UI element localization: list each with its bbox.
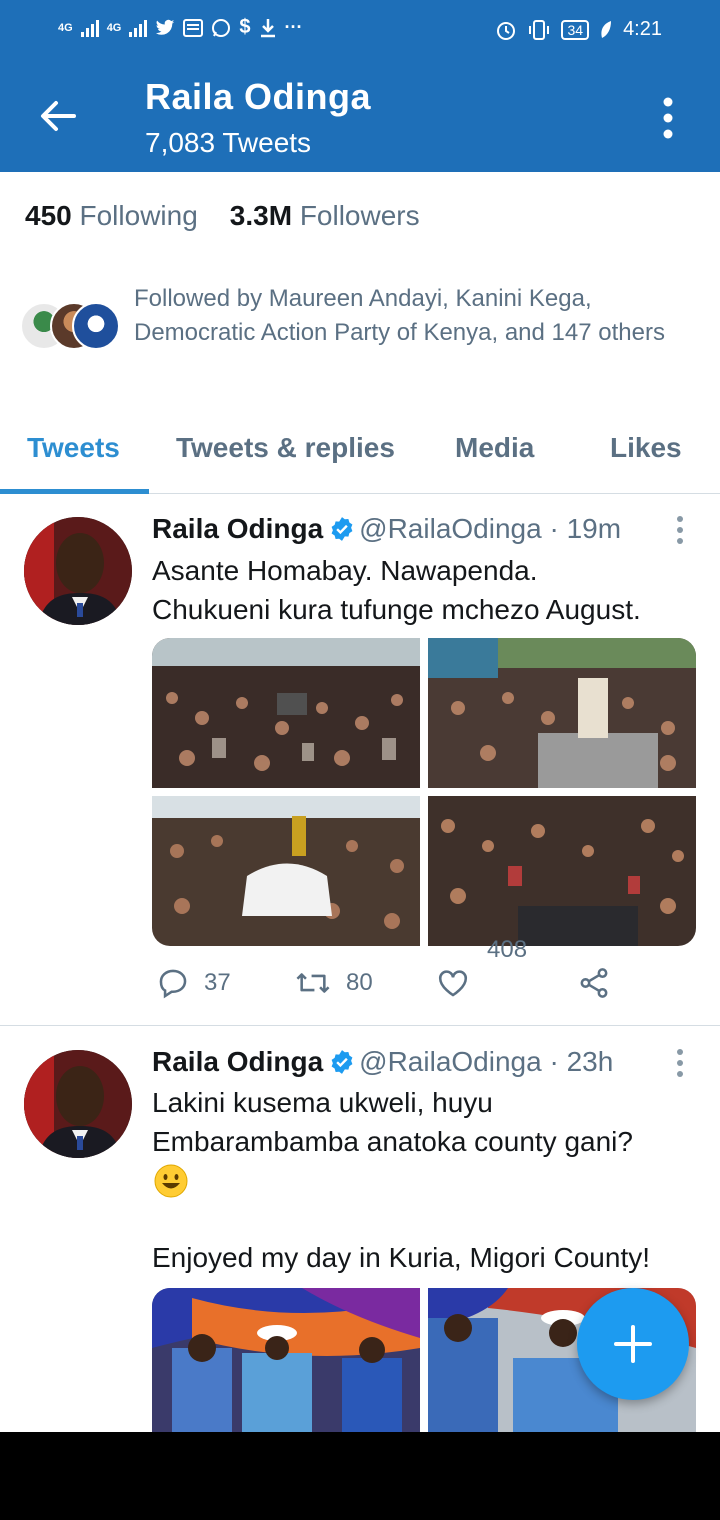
vibrate-icon [529,19,550,40]
signal-icon [80,19,99,37]
smiley-emoji-icon [154,1164,188,1198]
active-tab-indicator [0,489,149,494]
followers-link[interactable]: 3.3M Followers [230,200,420,232]
verified-icon [331,1050,353,1074]
like-icon [438,970,468,997]
status-right: 34 4:21 [495,18,662,41]
status-bar: 4G 4G $ ··· 34 4:21 [0,0,720,60]
tweet-header: Raila Odinga @RailaOdinga · 23h [152,1046,613,1078]
avatar[interactable] [24,517,132,625]
followed-by-text: Followed by Maureen Andayi, Kanini Kega,… [134,285,665,346]
following-label: Following [79,200,198,231]
tab-likes[interactable]: Likes [610,432,682,464]
media-photo[interactable] [428,638,696,788]
media-photo[interactable] [152,796,420,946]
tweet-time: · 19m [549,513,622,544]
back-arrow-icon[interactable] [34,92,82,140]
tweet-options-icon[interactable] [670,515,690,545]
tab-tweets[interactable]: Tweets [27,432,120,464]
alarm-icon [497,21,516,40]
tweet-actions: 37 80 408 [152,936,692,1006]
verified-icon [331,517,353,541]
dollar-notification-icon: $ [239,16,251,38]
page-title: Raila Odinga [145,76,372,117]
following-count: 450 [25,200,72,231]
followers-label: Followers [299,200,420,231]
clock: 4:21 [623,18,662,40]
tweet-header: Raila Odinga @RailaOdinga · 19m [152,513,621,545]
tweet-text-line: Enjoyed my day in Kuria, Migori County! [152,1242,650,1273]
media-photo[interactable] [428,796,696,946]
profile-header: 4G 4G $ ··· 34 4:21 Raila Odinga 7,083 T… [0,0,720,172]
avatar [72,302,120,350]
avatar-photo [24,1050,132,1158]
tweet-time: · 23h [549,1046,614,1077]
reply-button[interactable]: 37 [156,966,231,1000]
author-handle[interactable]: @RailaOdinga [359,1046,542,1077]
tweet[interactable]: Raila Odinga @RailaOdinga · 19m Asante Ho… [0,495,720,1025]
retweet-icon [296,973,330,993]
media-photo[interactable] [152,1288,420,1432]
screen: 4G 4G $ ··· 34 4:21 Raila Odinga 7,083 T… [0,0,720,1432]
like-count: 408 [487,936,528,963]
tab-tweets-replies[interactable]: Tweets & replies [176,432,395,464]
tweet-text: Asante Homabay. Nawapenda. Chukueni kura… [152,555,641,625]
tweet-count: 7,083 Tweets [145,127,312,158]
retweet-count: 80 [346,969,373,996]
follow-stats: 450 Following 3.3M Followers [25,200,420,232]
network-1-label: 4G [58,21,73,34]
share-button[interactable] [577,966,611,1000]
author-name[interactable]: Raila Odinga [152,513,323,544]
kebab-icon[interactable] [656,96,680,140]
author-handle[interactable]: @RailaOdinga [359,513,542,544]
profile-tabs: Tweets Tweets & replies Media Likes [0,410,720,494]
news-notification-icon [183,18,204,37]
status-left: 4G 4G $ ··· [58,16,302,39]
reply-count: 37 [204,969,231,996]
tweet-options-icon[interactable] [670,1048,690,1078]
like-button[interactable] [436,966,470,1000]
author-name[interactable]: Raila Odinga [152,1046,323,1077]
retweet-button[interactable]: 80 [294,966,373,1000]
system-navigation-bar [0,1432,720,1520]
whatsapp-notification-icon [212,18,231,37]
tweet-media-grid [152,638,696,946]
download-notification-icon [260,18,275,37]
followers-count: 3.3M [229,200,293,231]
avatar-photo [24,517,132,625]
avatar[interactable] [24,1050,132,1158]
signal-icon-2 [129,19,148,37]
battery-icon: 34 [561,19,590,40]
reply-icon [159,969,187,999]
compose-icon [614,1325,652,1363]
share-icon [580,968,608,998]
twitter-notification-icon [156,19,175,35]
network-2-label: 4G [106,21,122,34]
media-photo[interactable] [152,638,420,788]
tweet-text-line: Lakini kusema ukweli, huyu [152,1087,493,1118]
compose-tweet-button[interactable] [577,1288,689,1400]
follower-avatars [20,302,120,354]
tweet-text-line: Embarambamba anatoka county gani? [152,1126,633,1157]
tab-media[interactable]: Media [455,432,534,464]
followed-by[interactable]: Followed by Maureen Andayi, Kanini Kega,… [20,282,710,382]
following-link[interactable]: 450 Following [25,200,198,232]
more-notifications-icon: ··· [284,17,303,37]
battery-saver-icon [601,20,612,38]
